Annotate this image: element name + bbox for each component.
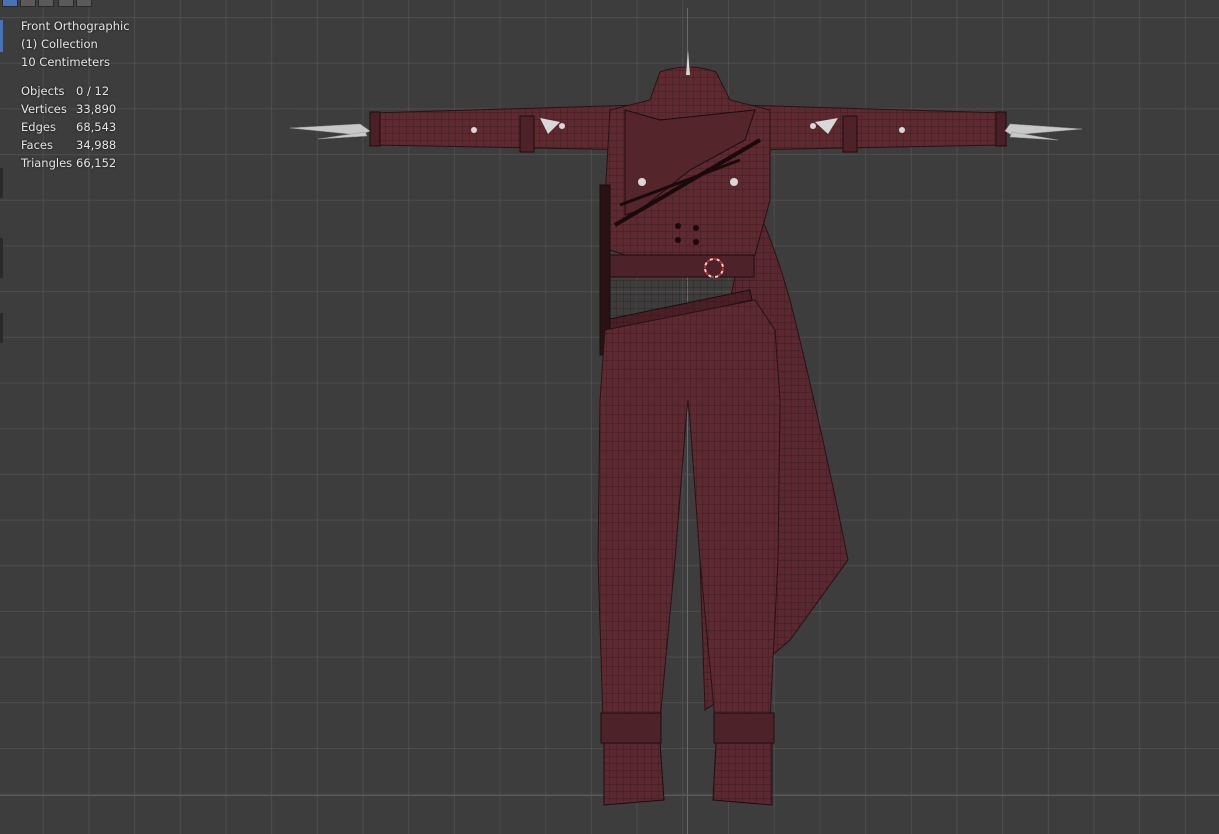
legs-mesh: [597, 299, 781, 806]
stat-value: 33,890: [76, 102, 117, 116]
stat-label: Vertices: [21, 102, 67, 116]
stat-vertices: Vertices 33,890: [21, 100, 130, 118]
stat-value: 0 / 12: [76, 84, 110, 98]
overlay-icon[interactable]: [76, 0, 92, 7]
snap-icon[interactable]: [58, 0, 74, 7]
tool-measure[interactable]: [0, 313, 3, 343]
character-mesh[interactable]: [0, 0, 1219, 834]
tool-select[interactable]: [0, 20, 3, 52]
viewport-info-overlay: Front Orthographic (1) Collection 10 Cen…: [21, 17, 130, 172]
stat-value: 34,988: [76, 138, 117, 152]
mode-icon[interactable]: [20, 0, 36, 7]
scene-statistics: Objects 0 / 12 Vertices 33,890 Edges 68,…: [21, 82, 130, 172]
view-icon[interactable]: [38, 0, 54, 7]
stat-triangles: Triangles 66,152: [21, 154, 130, 172]
stat-label: Objects: [21, 84, 65, 98]
toolbar-strip: [0, 18, 4, 348]
stat-edges: Edges 68,543: [21, 118, 130, 136]
stat-objects: Objects 0 / 12: [21, 82, 130, 100]
stat-value: 66,152: [76, 156, 117, 170]
3d-viewport[interactable]: Front Orthographic (1) Collection 10 Cen…: [0, 0, 1219, 834]
select-box-icon[interactable]: [2, 0, 18, 7]
view-name: Front Orthographic: [21, 19, 130, 33]
stat-label: Triangles: [21, 156, 73, 170]
tool-annotate[interactable]: [0, 238, 3, 278]
stat-label: Edges: [21, 120, 56, 134]
stat-label: Faces: [21, 138, 53, 152]
header-toolbar: [0, 0, 95, 8]
collection-name: (1) Collection: [21, 37, 98, 51]
grid-scale: 10 Centimeters: [21, 55, 110, 69]
head-bone: [686, 50, 690, 75]
tool-transform[interactable]: [0, 168, 3, 198]
stat-faces: Faces 34,988: [21, 136, 130, 154]
stat-value: 68,543: [76, 120, 117, 134]
